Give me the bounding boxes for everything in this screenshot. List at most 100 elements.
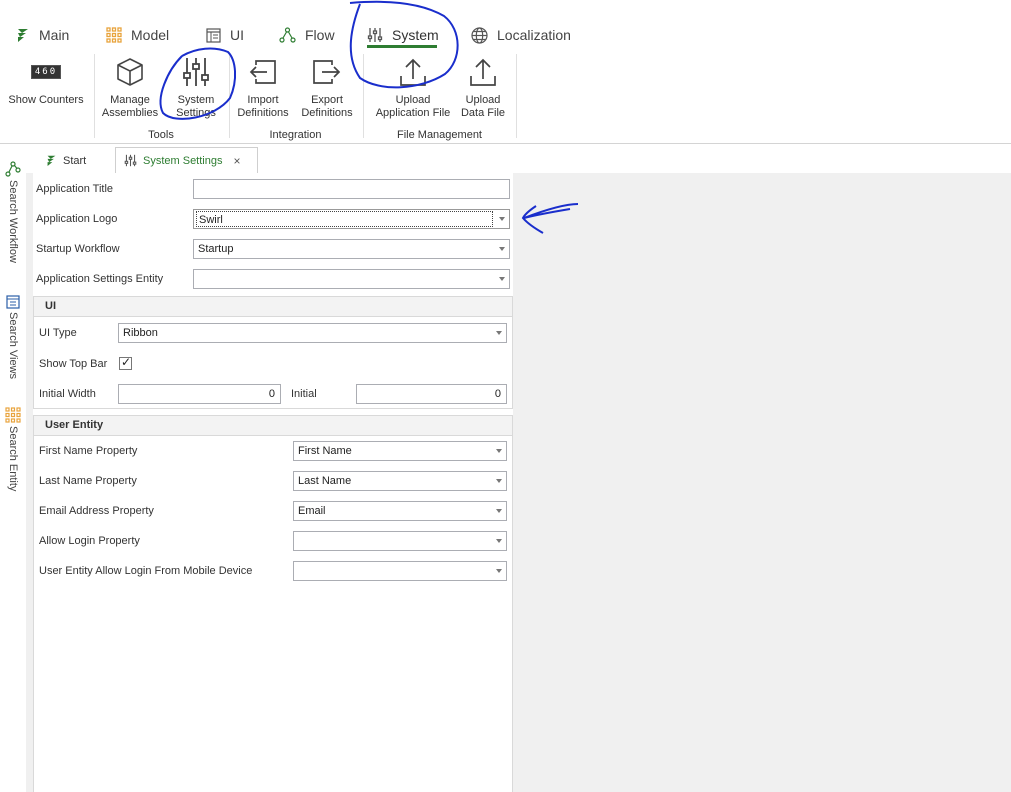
startup-workflow-select[interactable]: Startup — [193, 239, 510, 259]
chevron-down-icon[interactable] — [496, 331, 502, 335]
last-name-property-label: Last Name Property — [39, 475, 137, 487]
system-settings-label-2: Settings — [176, 107, 216, 119]
tab-model-label: Model — [131, 27, 170, 43]
show-top-bar-checkbox[interactable]: ✓ — [119, 355, 132, 370]
manage-assemblies-label-1: Manage — [110, 94, 150, 106]
cube-icon — [117, 58, 143, 86]
show-counters-label: Show Counters — [8, 94, 84, 106]
group-label-file-management: File Management — [397, 129, 482, 141]
content-empty-area — [515, 173, 1011, 792]
ui-type-label: UI Type — [39, 327, 77, 339]
application-title-input[interactable] — [193, 179, 510, 199]
upload-icon — [470, 58, 496, 86]
tab-localization-label: Localization — [497, 27, 571, 43]
manage-assemblies-button[interactable]: Manage Assemblies — [100, 50, 160, 124]
side-search-workflow-label: Search Workflow — [7, 180, 19, 263]
import-definitions-button[interactable]: Import Definitions — [233, 50, 293, 124]
chevron-down-icon[interactable] — [499, 277, 505, 281]
side-search-entity[interactable]: Search Entity — [4, 407, 22, 491]
doc-tab-system-settings[interactable]: System Settings × — [115, 147, 258, 174]
show-counters-button[interactable]: 460 Show Counters — [4, 50, 88, 124]
ribbon-separator — [516, 54, 517, 138]
tab-system-label: System — [392, 27, 439, 43]
show-top-bar-label: Show Top Bar — [39, 358, 108, 370]
system-settings-button[interactable]: System Settings — [166, 50, 226, 124]
application-settings-entity-label: Application Settings Entity — [36, 273, 164, 285]
chevron-down-icon[interactable] — [496, 539, 502, 543]
main-leaf-icon — [47, 155, 56, 166]
export-icon — [313, 60, 341, 84]
import-definitions-label-1: Import — [247, 94, 279, 106]
tab-main[interactable]: Main — [16, 21, 69, 49]
application-title-label: Application Title — [36, 183, 114, 195]
chevron-down-icon[interactable] — [496, 569, 502, 573]
startup-workflow-value: Startup — [198, 243, 234, 255]
chevron-down-icon[interactable] — [496, 479, 502, 483]
flow-icon — [279, 27, 296, 43]
ribbon-separator — [229, 54, 230, 138]
ui-type-select[interactable]: Ribbon — [118, 323, 507, 343]
first-name-property-select[interactable]: First Name — [293, 441, 507, 461]
system-settings-label-1: System — [177, 94, 215, 106]
sliders-icon — [183, 58, 209, 86]
tab-main-label: Main — [39, 27, 70, 43]
ribbon-panel: 460 Show Counters Manage Assemblies Syst… — [0, 50, 1011, 144]
grid-icon — [106, 27, 122, 43]
group-label-integration: Integration — [269, 129, 322, 141]
chevron-down-icon[interactable] — [496, 449, 502, 453]
allow-login-mobile-select[interactable] — [293, 561, 507, 581]
window-icon — [206, 27, 221, 43]
flow-icon — [5, 161, 21, 177]
sliders-icon — [367, 28, 383, 42]
application-settings-entity-select[interactable] — [193, 269, 510, 289]
initial-other-input[interactable]: 0 — [356, 384, 507, 404]
main-leaf-icon — [18, 29, 28, 42]
sliders-icon — [124, 154, 137, 167]
doc-tab-start-label: Start — [63, 154, 87, 167]
upload-application-file-button[interactable]: Upload Application File — [369, 50, 457, 124]
side-search-entity-label: Search Entity — [7, 426, 19, 492]
window-icon — [6, 295, 20, 309]
allow-login-property-label: Allow Login Property — [39, 535, 140, 547]
close-icon[interactable]: × — [233, 154, 240, 168]
tab-localization[interactable]: Localization — [471, 21, 571, 49]
startup-workflow-label: Startup Workflow — [36, 243, 120, 255]
export-definitions-button[interactable]: Export Definitions — [297, 50, 357, 124]
globe-icon — [471, 26, 488, 44]
chevron-down-icon[interactable] — [496, 509, 502, 513]
tab-ui-label: UI — [230, 27, 244, 43]
application-logo-label: Application Logo — [36, 213, 118, 225]
initial-width-input[interactable]: 0 — [118, 384, 281, 404]
upload-data-file-button[interactable]: Upload Data File — [456, 50, 510, 124]
tab-flow-label: Flow — [305, 27, 335, 43]
allow-login-property-select[interactable] — [293, 531, 507, 551]
upload-application-file-label-2: Application File — [375, 107, 451, 119]
chevron-down-icon[interactable] — [499, 217, 505, 221]
ui-type-value: Ribbon — [123, 327, 158, 339]
side-search-views[interactable]: Search Views — [4, 295, 22, 379]
side-search-workflow[interactable]: Search Workflow — [4, 161, 22, 263]
counter-icon: 460 — [30, 50, 62, 94]
active-tab-indicator — [367, 45, 437, 48]
side-panel-bar: Search Workflow Search Views Search Enti… — [0, 145, 26, 792]
side-search-views-label: Search Views — [7, 312, 19, 380]
application-logo-value: Swirl — [196, 211, 493, 227]
import-definitions-label-2: Definitions — [237, 107, 289, 119]
email-address-property-select[interactable]: Email — [293, 501, 507, 521]
checkmark-icon: ✓ — [121, 355, 132, 369]
application-logo-select[interactable]: Swirl — [193, 209, 510, 229]
group-label-tools: Tools — [148, 129, 174, 141]
tab-model[interactable]: Model — [106, 21, 169, 49]
chevron-down-icon[interactable] — [499, 247, 505, 251]
document-tab-bar: Start System Settings × — [26, 147, 1011, 174]
import-icon — [249, 60, 276, 84]
initial-width-label: Initial Width — [39, 388, 96, 400]
doc-tab-start[interactable]: Start — [38, 147, 94, 174]
export-definitions-label-2: Definitions — [301, 107, 353, 119]
manage-assemblies-label-2: Assemblies — [101, 107, 159, 119]
last-name-property-select[interactable]: Last Name — [293, 471, 507, 491]
tab-flow[interactable]: Flow — [279, 21, 335, 49]
user-entity-heading: User Entity — [34, 416, 512, 436]
email-address-property-value: Email — [298, 505, 326, 517]
tab-ui[interactable]: UI — [206, 21, 244, 49]
